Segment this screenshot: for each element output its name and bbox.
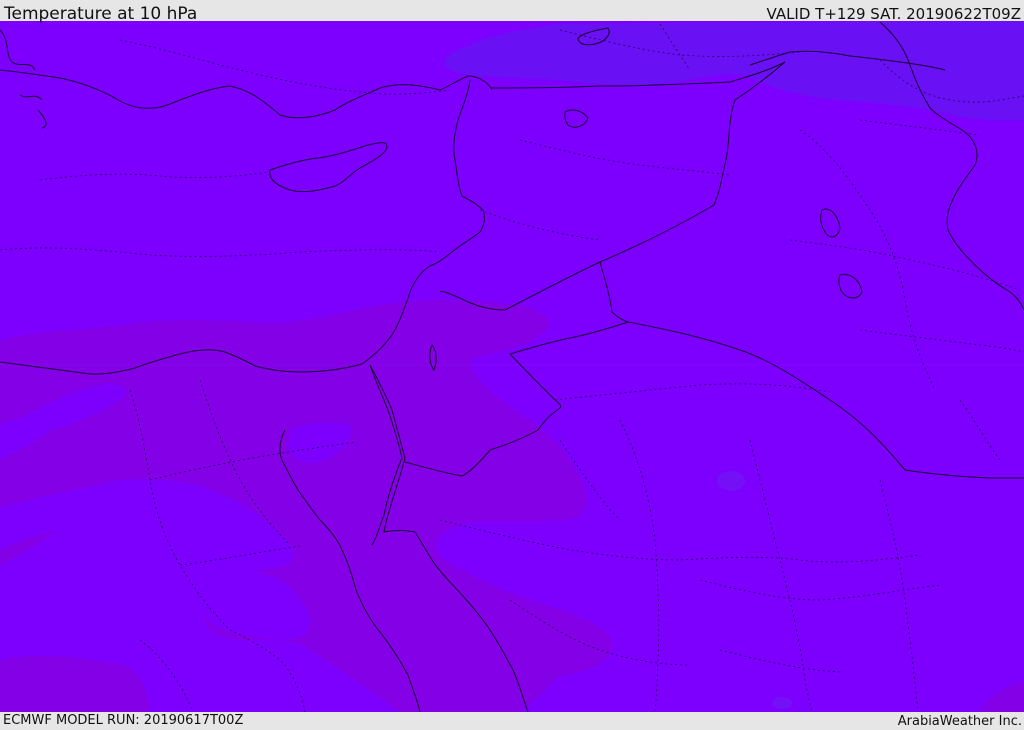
- map-canvas: [0, 21, 1024, 712]
- model-run-label: ECMWF MODEL RUN: 20190617T00Z: [3, 713, 244, 728]
- credit-label: ArabiaWeather Inc.: [897, 714, 1022, 729]
- weather-map[interactable]: [0, 21, 1024, 712]
- map-title: Temperature at 10 hPa: [4, 4, 198, 24]
- footer-bar: ECMWF MODEL RUN: 20190617T00Z ArabiaWeat…: [0, 712, 1024, 729]
- valid-time-label: VALID T+129 SAT. 20190622T09Z: [766, 5, 1021, 23]
- header-bar: Temperature at 10 hPa VALID T+129 SAT. 2…: [0, 0, 1024, 24]
- cool-spot: [772, 697, 792, 709]
- cool-spot: [717, 471, 745, 491]
